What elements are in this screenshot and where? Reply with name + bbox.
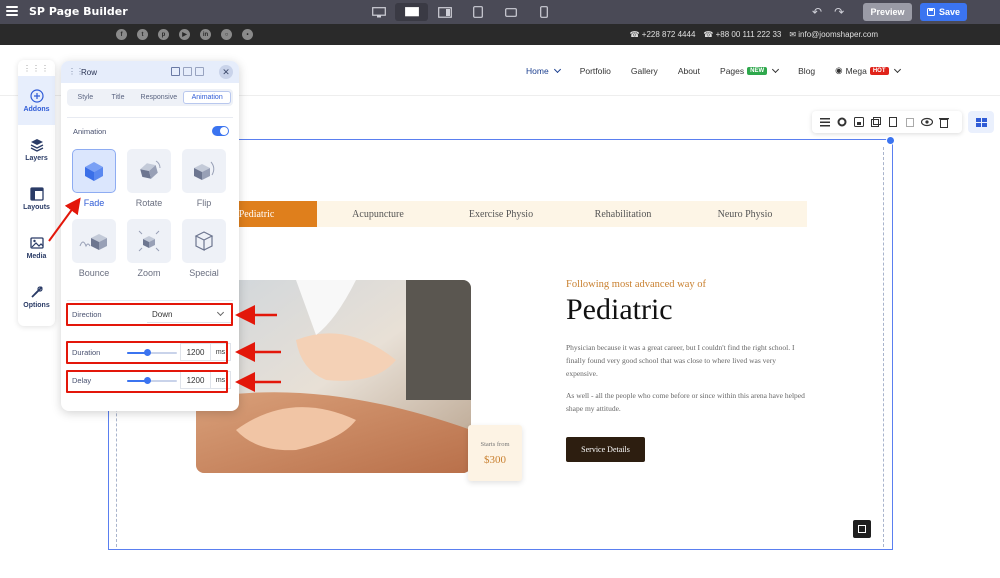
annotation-arrows [48, 197, 281, 392]
